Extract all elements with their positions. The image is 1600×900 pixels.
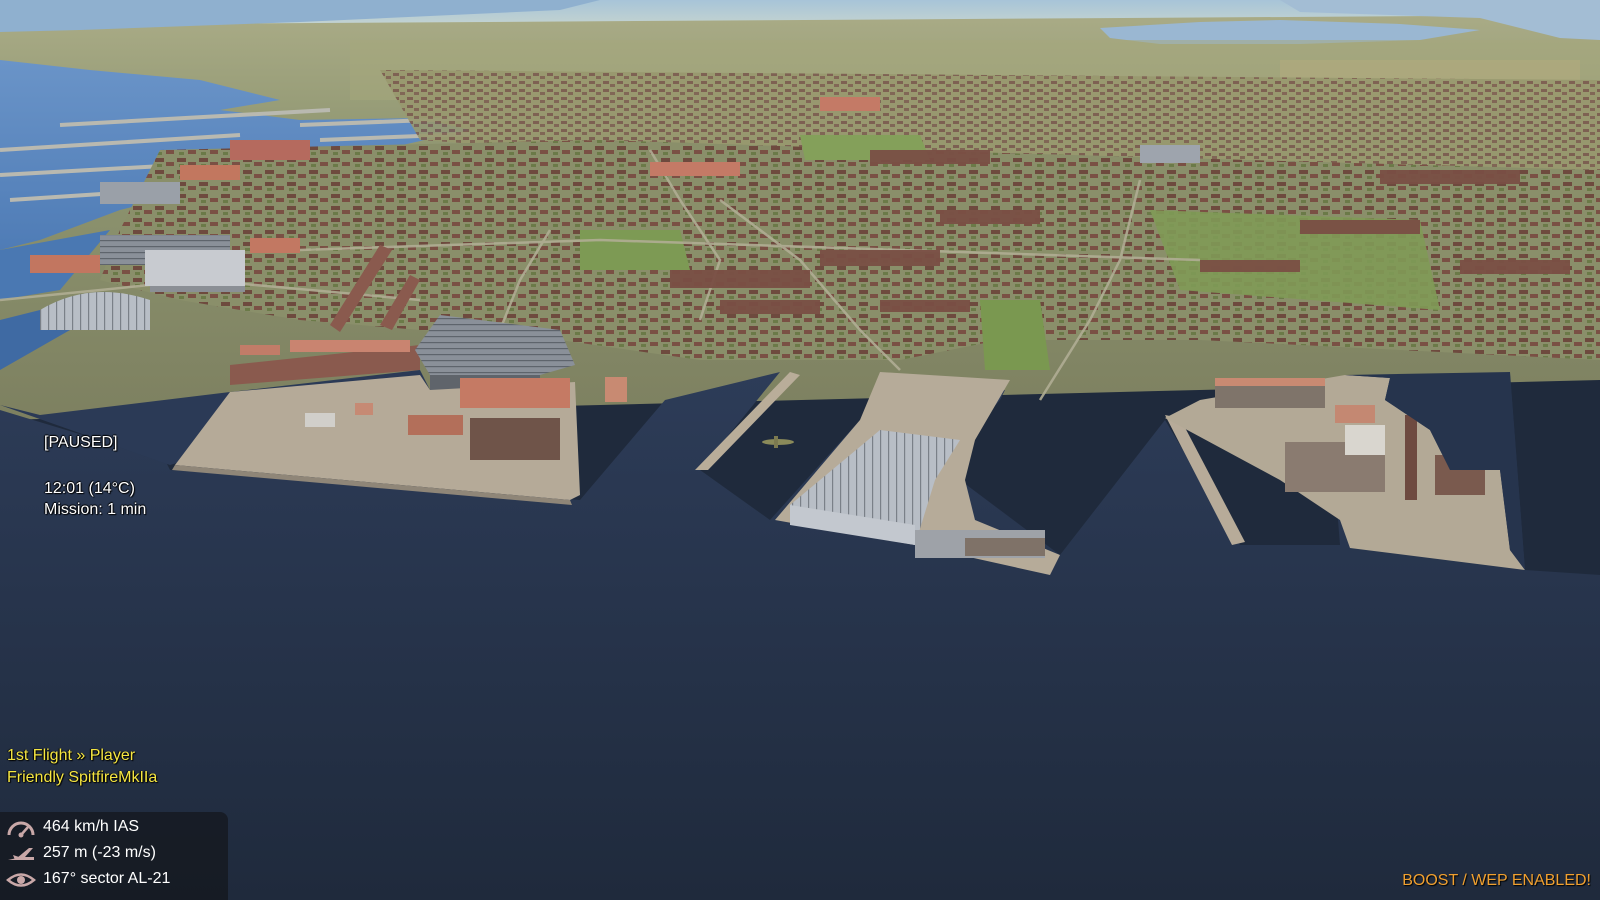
speed-readout: 464 km/h IAS (43, 818, 140, 835)
heading-row: 167° sector AL-21 (0, 867, 228, 893)
boost-alert: BOOST / WEP ENABLED! (1402, 872, 1591, 889)
time-weather-label: 12:01 (14°C) (44, 480, 135, 497)
speedometer-icon (7, 821, 35, 838)
paused-status: [PAUSED] (44, 434, 118, 451)
eye-icon (6, 873, 36, 887)
harbor-scene (0, 0, 1600, 900)
airplane-climb-icon (8, 848, 34, 860)
aircraft-label: Friendly SpitfireMkIIa (7, 769, 158, 786)
speed-row: 464 km/h IAS (0, 815, 228, 841)
mission-time-label: Mission: 1 min (44, 501, 147, 518)
game-viewport[interactable] (0, 0, 1600, 900)
altitude-readout: 257 m (-23 m/s) (43, 844, 156, 861)
player-aircraft (762, 436, 794, 448)
heading-readout: 167° sector AL-21 (43, 870, 171, 887)
altitude-row: 257 m (-23 m/s) (0, 841, 228, 867)
flight-info: 1st Flight » Player Friendly SpitfireMkI… (7, 745, 157, 789)
flight-group-label: 1st Flight » Player (7, 747, 136, 764)
instrument-panel: 464 km/h IAS 257 m (-23 m/s) 167° sector… (0, 812, 228, 900)
